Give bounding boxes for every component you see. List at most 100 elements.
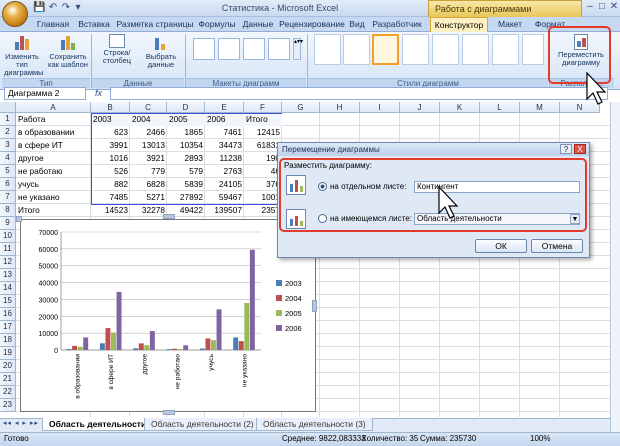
- table-cell[interactable]: 3921: [130, 152, 167, 165]
- table-cell[interactable]: 3991: [91, 139, 130, 152]
- row-header-15[interactable]: 15: [0, 295, 16, 308]
- chart-style-8[interactable]: [343, 34, 370, 65]
- fx-label[interactable]: fx: [95, 88, 102, 98]
- select-data-button[interactable]: Выбрать данные: [142, 34, 180, 69]
- tab-view[interactable]: Вид: [346, 17, 368, 32]
- table-cell[interactable]: 779: [130, 165, 167, 178]
- chart-handle-tl[interactable]: [16, 216, 22, 222]
- row-header-19[interactable]: 19: [0, 347, 16, 360]
- dropdown-icon[interactable]: ▾: [72, 2, 84, 14]
- save-icon[interactable]: 💾: [33, 2, 45, 14]
- column-header-f[interactable]: F: [244, 102, 282, 113]
- close-icon[interactable]: ✕: [608, 1, 620, 14]
- tab-insert[interactable]: Вставка: [74, 17, 114, 32]
- chart-handle-right[interactable]: [312, 300, 317, 312]
- chart-handle-bottom[interactable]: [163, 410, 175, 415]
- chart-layout-4[interactable]: [268, 38, 290, 60]
- column-header-h[interactable]: H: [320, 102, 360, 113]
- select-all-corner[interactable]: [0, 102, 16, 113]
- minimize-icon[interactable]: –: [584, 1, 596, 14]
- table-cell[interactable]: не указано: [16, 191, 91, 204]
- table-cell[interactable]: в сфере ИТ: [16, 139, 91, 152]
- chart-layout-2[interactable]: [218, 38, 240, 60]
- row-header-14[interactable]: 14: [0, 282, 16, 295]
- ok-button[interactable]: ОК: [475, 239, 527, 253]
- table-cell[interactable]: 34473: [205, 139, 244, 152]
- tab-page-layout[interactable]: Разметка страницы: [114, 17, 196, 32]
- row-header-2[interactable]: 2: [0, 126, 16, 139]
- column-header-j[interactable]: J: [400, 102, 440, 113]
- chart-style-1[interactable]: [314, 34, 341, 65]
- table-cell[interactable]: учусь: [16, 178, 91, 191]
- table-cell[interactable]: 11238: [205, 152, 244, 165]
- column-header-d[interactable]: D: [167, 102, 205, 113]
- layouts-scroll[interactable]: ▴▾▾: [293, 38, 303, 60]
- row-header-5[interactable]: 5: [0, 165, 16, 178]
- change-chart-type-button[interactable]: Изменить тип диаграммы: [4, 34, 44, 77]
- tab-developer[interactable]: Разработчик: [370, 17, 424, 32]
- tab-layout[interactable]: Макет: [492, 17, 528, 32]
- table-header-cell[interactable]: 2004: [130, 113, 167, 126]
- chart-style-6[interactable]: [492, 34, 519, 65]
- chart-handle-top[interactable]: [163, 214, 175, 219]
- table-cell[interactable]: 27892: [167, 191, 205, 204]
- table-header-cell[interactable]: Работа: [16, 113, 91, 126]
- row-header-22[interactable]: 22: [0, 386, 16, 399]
- sheet-nav-arrows[interactable]: ◂◂ ◂ ▸ ▸▸: [3, 419, 39, 427]
- table-cell[interactable]: 526: [91, 165, 130, 178]
- tab-home[interactable]: Главная: [33, 17, 73, 32]
- table-cell[interactable]: 7461: [205, 126, 244, 139]
- chart-layout-3[interactable]: [243, 38, 265, 60]
- chart-layout-1[interactable]: [193, 38, 215, 60]
- save-as-template-button[interactable]: Сохранить как шаблон: [48, 34, 88, 69]
- name-box[interactable]: Диаграмма 2: [4, 87, 86, 100]
- undo-icon[interactable]: ↶: [47, 2, 59, 14]
- column-header-b[interactable]: B: [91, 102, 130, 113]
- row-header-6[interactable]: 6: [0, 178, 16, 191]
- sheet-tab-3[interactable]: Область деятельности (3): [256, 418, 373, 431]
- sheet-tab-1[interactable]: Область деятельности: [42, 418, 154, 431]
- table-cell[interactable]: 5271: [130, 191, 167, 204]
- row-header-13[interactable]: 13: [0, 269, 16, 282]
- row-header-11[interactable]: 11: [0, 243, 16, 256]
- chart-style-4[interactable]: [432, 34, 459, 65]
- tab-formulas[interactable]: Формулы: [196, 17, 238, 32]
- table-cell[interactable]: 13013: [130, 139, 167, 152]
- row-header-9[interactable]: 9: [0, 217, 16, 230]
- maximize-icon[interactable]: □: [596, 1, 608, 14]
- chart-style-2[interactable]: [372, 34, 399, 65]
- row-header-21[interactable]: 21: [0, 373, 16, 386]
- row-header-16[interactable]: 16: [0, 308, 16, 321]
- row-header-23[interactable]: 23: [0, 399, 16, 412]
- tab-review[interactable]: Рецензирование: [278, 17, 346, 32]
- table-total-cell[interactable]: 139507: [205, 204, 244, 217]
- column-header-c[interactable]: C: [130, 102, 167, 113]
- column-header-k[interactable]: K: [440, 102, 480, 113]
- sheet-tab-2[interactable]: Область деятельности (2): [144, 418, 261, 431]
- formula-input[interactable]: [110, 87, 608, 100]
- chart-object[interactable]: 0 10000 20000 30000 40000 50000 60000 70000 в об…: [20, 219, 316, 412]
- row-header-3[interactable]: 3: [0, 139, 16, 152]
- vertical-scrollbar[interactable]: [610, 102, 620, 432]
- table-total-cell[interactable]: 14523: [91, 204, 130, 217]
- row-header-10[interactable]: 10: [0, 230, 16, 243]
- table-cell[interactable]: 59467: [205, 191, 244, 204]
- table-total-cell[interactable]: Итого: [16, 204, 91, 217]
- dialog-close-icon[interactable]: X: [574, 144, 586, 154]
- table-cell[interactable]: 623: [91, 126, 130, 139]
- office-button[interactable]: [2, 1, 28, 27]
- table-header-cell[interactable]: 2005: [167, 113, 205, 126]
- table-header-cell[interactable]: Итого: [244, 113, 282, 126]
- table-cell[interactable]: 7485: [91, 191, 130, 204]
- table-cell[interactable]: в образовании: [16, 126, 91, 139]
- table-cell[interactable]: 12415: [244, 126, 282, 139]
- tab-design[interactable]: Конструктор: [430, 17, 488, 32]
- table-cell[interactable]: 1016: [91, 152, 130, 165]
- row-header-8[interactable]: 8: [0, 204, 16, 217]
- row-header-18[interactable]: 18: [0, 334, 16, 347]
- table-cell[interactable]: 10354: [167, 139, 205, 152]
- table-cell[interactable]: 5839: [167, 178, 205, 191]
- column-header-l[interactable]: L: [480, 102, 520, 113]
- row-header-7[interactable]: 7: [0, 191, 16, 204]
- row-header-17[interactable]: 17: [0, 321, 16, 334]
